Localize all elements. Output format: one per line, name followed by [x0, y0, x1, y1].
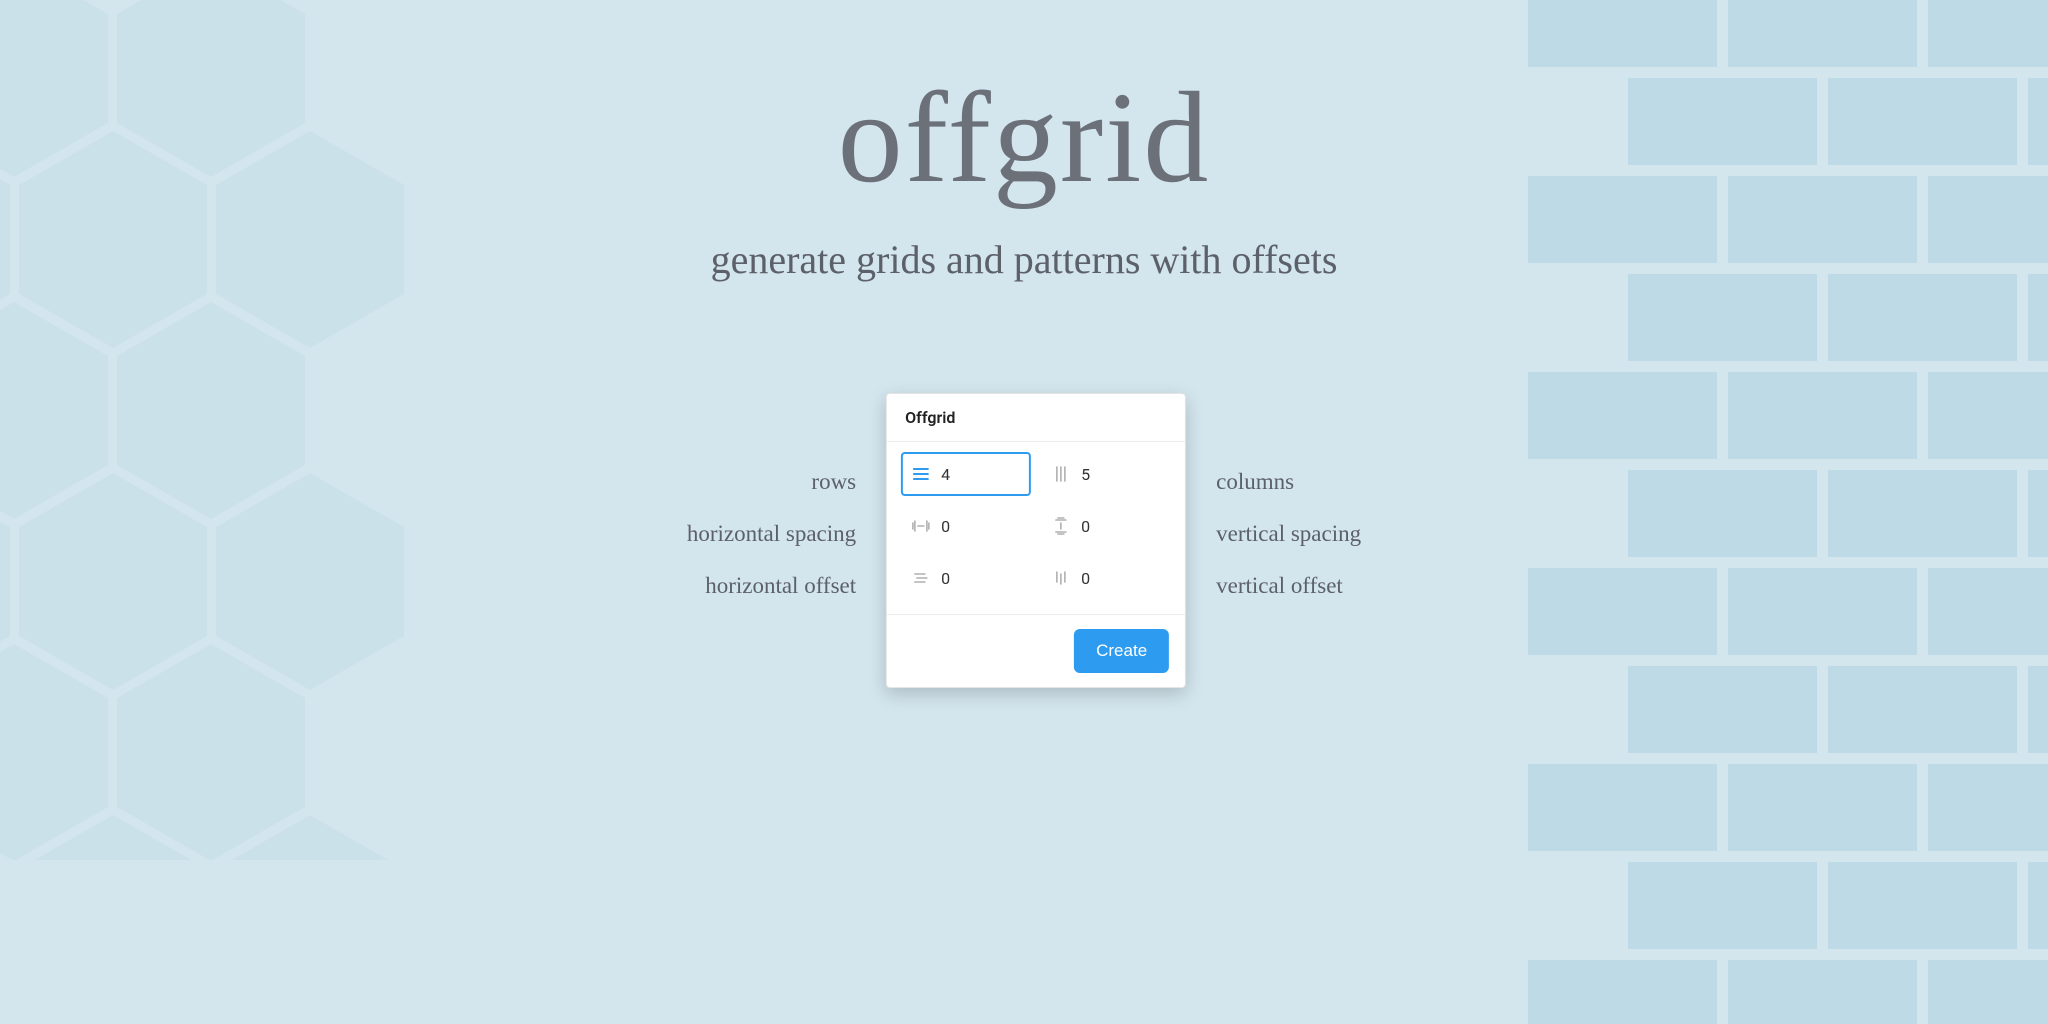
label-hspacing: horizontal spacing [687, 508, 856, 560]
rows-icon [911, 464, 931, 484]
background-hexagons [0, 0, 420, 860]
vspacing-field[interactable] [1041, 504, 1171, 548]
label-rows: rows [687, 456, 856, 508]
hoffset-input[interactable] [941, 569, 1021, 588]
label-vspacing: vertical spacing [1216, 508, 1361, 560]
columns-field[interactable] [1041, 452, 1171, 496]
voffset-field[interactable] [1041, 556, 1171, 600]
voffset-input[interactable] [1081, 569, 1161, 588]
hero-subtitle: generate grids and patterns with offsets [424, 236, 1624, 283]
hspacing-field[interactable] [901, 504, 1031, 548]
label-hoffset: horizontal offset [687, 560, 856, 612]
hspacing-icon [911, 516, 931, 536]
hoffset-icon [911, 568, 931, 588]
vspacing-input[interactable] [1081, 517, 1161, 536]
vspacing-icon [1051, 516, 1071, 536]
columns-icon [1051, 464, 1071, 484]
columns-input[interactable] [1081, 465, 1161, 484]
voffset-icon [1051, 568, 1071, 588]
label-voffset: vertical offset [1216, 560, 1361, 612]
hspacing-input[interactable] [941, 517, 1021, 536]
rows-input[interactable] [941, 465, 1021, 484]
create-button[interactable]: Create [1074, 629, 1169, 673]
hero-title: offgrid [424, 60, 1624, 216]
label-columns: columns [1216, 456, 1361, 508]
hoffset-field[interactable] [901, 556, 1031, 600]
rows-field[interactable] [901, 452, 1031, 496]
offgrid-panel: Offgrid [886, 393, 1186, 688]
panel-title: Offgrid [887, 394, 1185, 442]
